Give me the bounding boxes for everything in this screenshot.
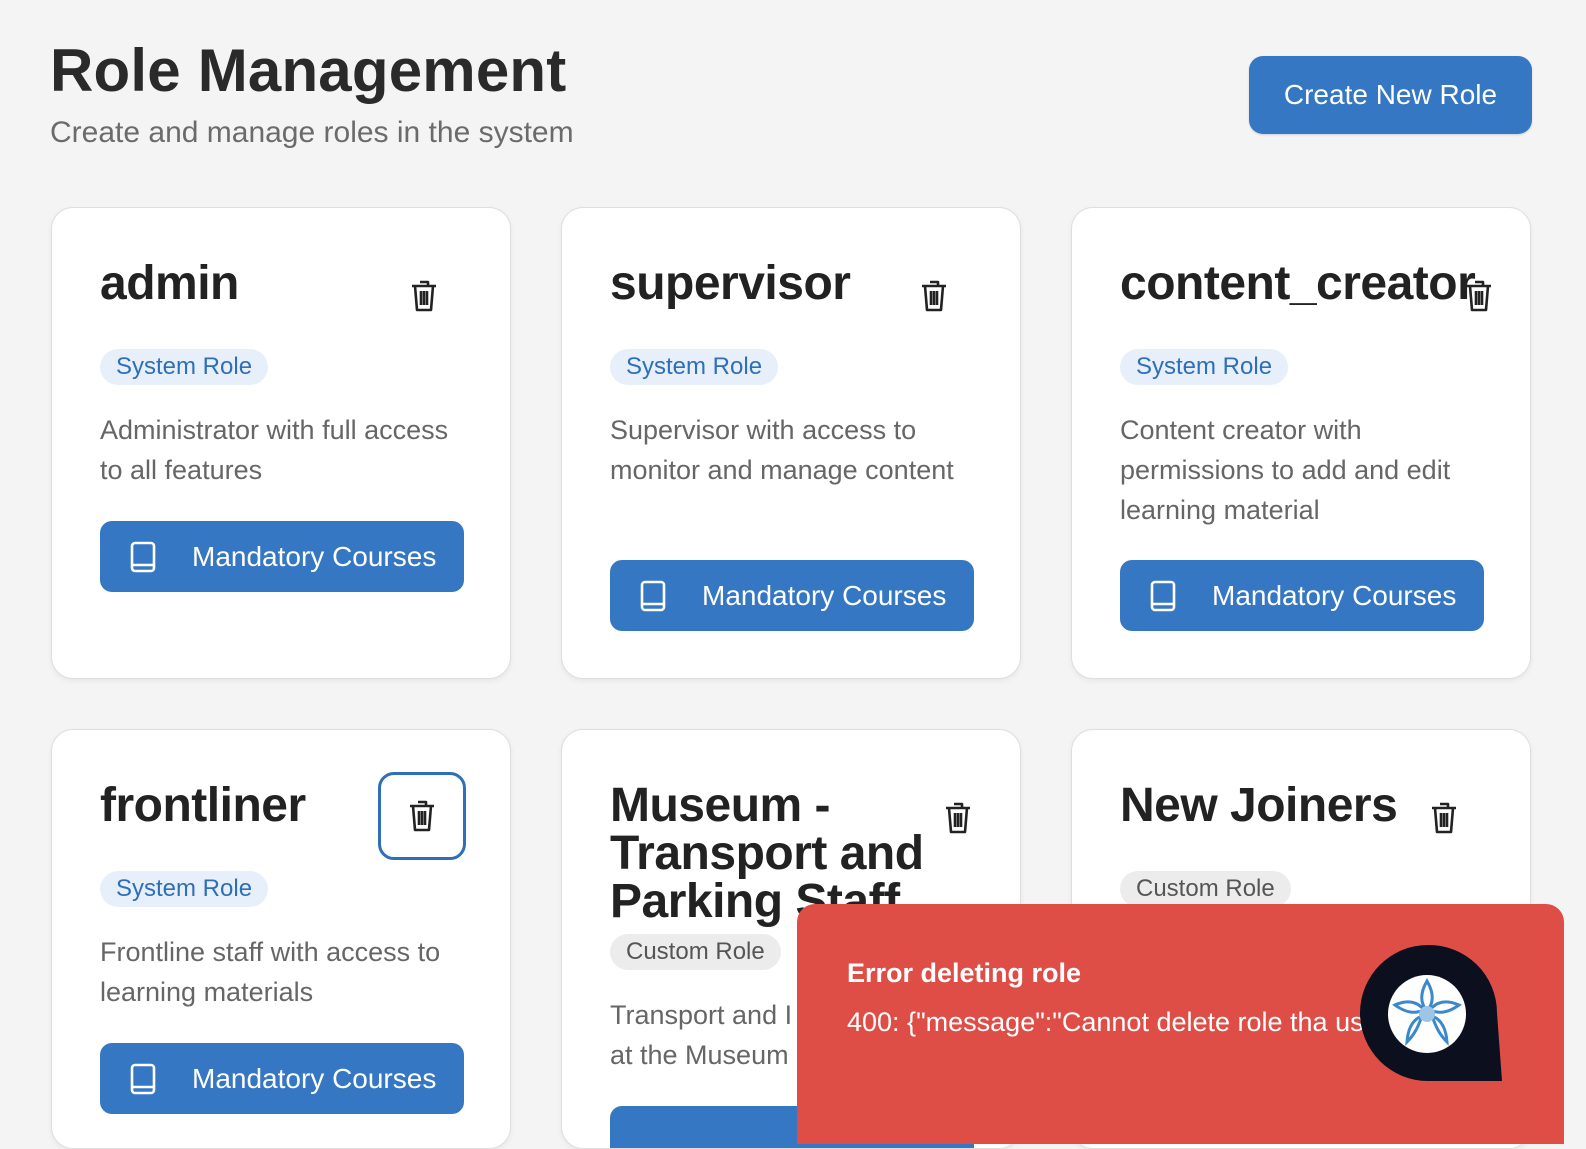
mandatory-courses-button[interactable]: Mandatory Courses xyxy=(100,1043,464,1114)
trash-icon xyxy=(922,280,946,312)
role-type-badge: Custom Role xyxy=(1120,871,1291,907)
role-type-badge: System Role xyxy=(610,349,779,385)
page-subtitle: Create and manage roles in the system xyxy=(50,116,574,149)
trash-icon xyxy=(1467,280,1491,312)
delete-role-button[interactable] xyxy=(378,772,466,860)
role-type-badge: System Role xyxy=(100,871,269,907)
role-card-content-creator: content_creator System Role Content crea… xyxy=(1071,207,1531,679)
book-icon xyxy=(1150,580,1176,612)
mandatory-courses-button[interactable]: Mandatory Courses xyxy=(100,521,464,592)
trash-icon xyxy=(410,800,434,832)
create-new-role-button[interactable]: Create New Role xyxy=(1249,56,1532,134)
book-icon xyxy=(640,580,666,612)
delete-role-button[interactable] xyxy=(940,800,976,836)
chat-assistant-icon xyxy=(1360,944,1502,1081)
role-description: Supervisor with access to monitor and ma… xyxy=(610,415,954,485)
role-title: content_creator xyxy=(1120,257,1476,310)
delete-role-button[interactable] xyxy=(406,278,442,314)
mandatory-courses-button[interactable]: Mandatory Courses xyxy=(1120,560,1484,631)
mandatory-courses-label: Mandatory Courses xyxy=(702,579,947,611)
role-card-supervisor: supervisor System Role Supervisor with a… xyxy=(561,207,1021,679)
role-type-badge: System Role xyxy=(100,349,269,385)
delete-role-button[interactable] xyxy=(1426,800,1462,836)
trash-icon xyxy=(412,280,436,312)
chat-assistant-button[interactable] xyxy=(1358,943,1502,1081)
role-description: Content creator with permissions to add … xyxy=(1120,415,1451,525)
role-title: admin xyxy=(100,257,239,310)
role-type-badge: Custom Role xyxy=(610,934,781,970)
role-description: Administrator with full access to all fe… xyxy=(100,415,449,485)
role-description: Transport and I at the Museum xyxy=(610,1000,793,1070)
book-icon xyxy=(130,541,156,573)
trash-icon xyxy=(1432,802,1456,834)
role-title: New Joiners xyxy=(1120,779,1398,832)
toast-title: Error deleting role xyxy=(847,958,1082,988)
role-type-badge: System Role xyxy=(1120,349,1289,385)
role-title: frontliner xyxy=(100,779,306,832)
role-title: supervisor xyxy=(610,257,851,310)
book-icon xyxy=(130,1063,156,1095)
mandatory-courses-button[interactable]: Mandatory Courses xyxy=(610,560,974,631)
mandatory-courses-label: Mandatory Courses xyxy=(192,540,437,572)
delete-role-button[interactable] xyxy=(1461,278,1497,314)
page-title: Role Management xyxy=(50,37,567,104)
toast-message: 400: {"message":"Cannot delete role tha … xyxy=(847,1007,1398,1037)
role-card-frontliner: frontliner System Role Frontline staff w… xyxy=(51,729,511,1149)
role-description: Frontline staff with access to learning … xyxy=(100,937,441,1007)
delete-role-button[interactable] xyxy=(916,278,952,314)
role-card-admin: admin System Role Administrator with ful… xyxy=(51,207,511,679)
mandatory-courses-label: Mandatory Courses xyxy=(1212,579,1457,611)
mandatory-courses-label: Mandatory Courses xyxy=(192,1062,437,1094)
trash-icon xyxy=(946,802,970,834)
